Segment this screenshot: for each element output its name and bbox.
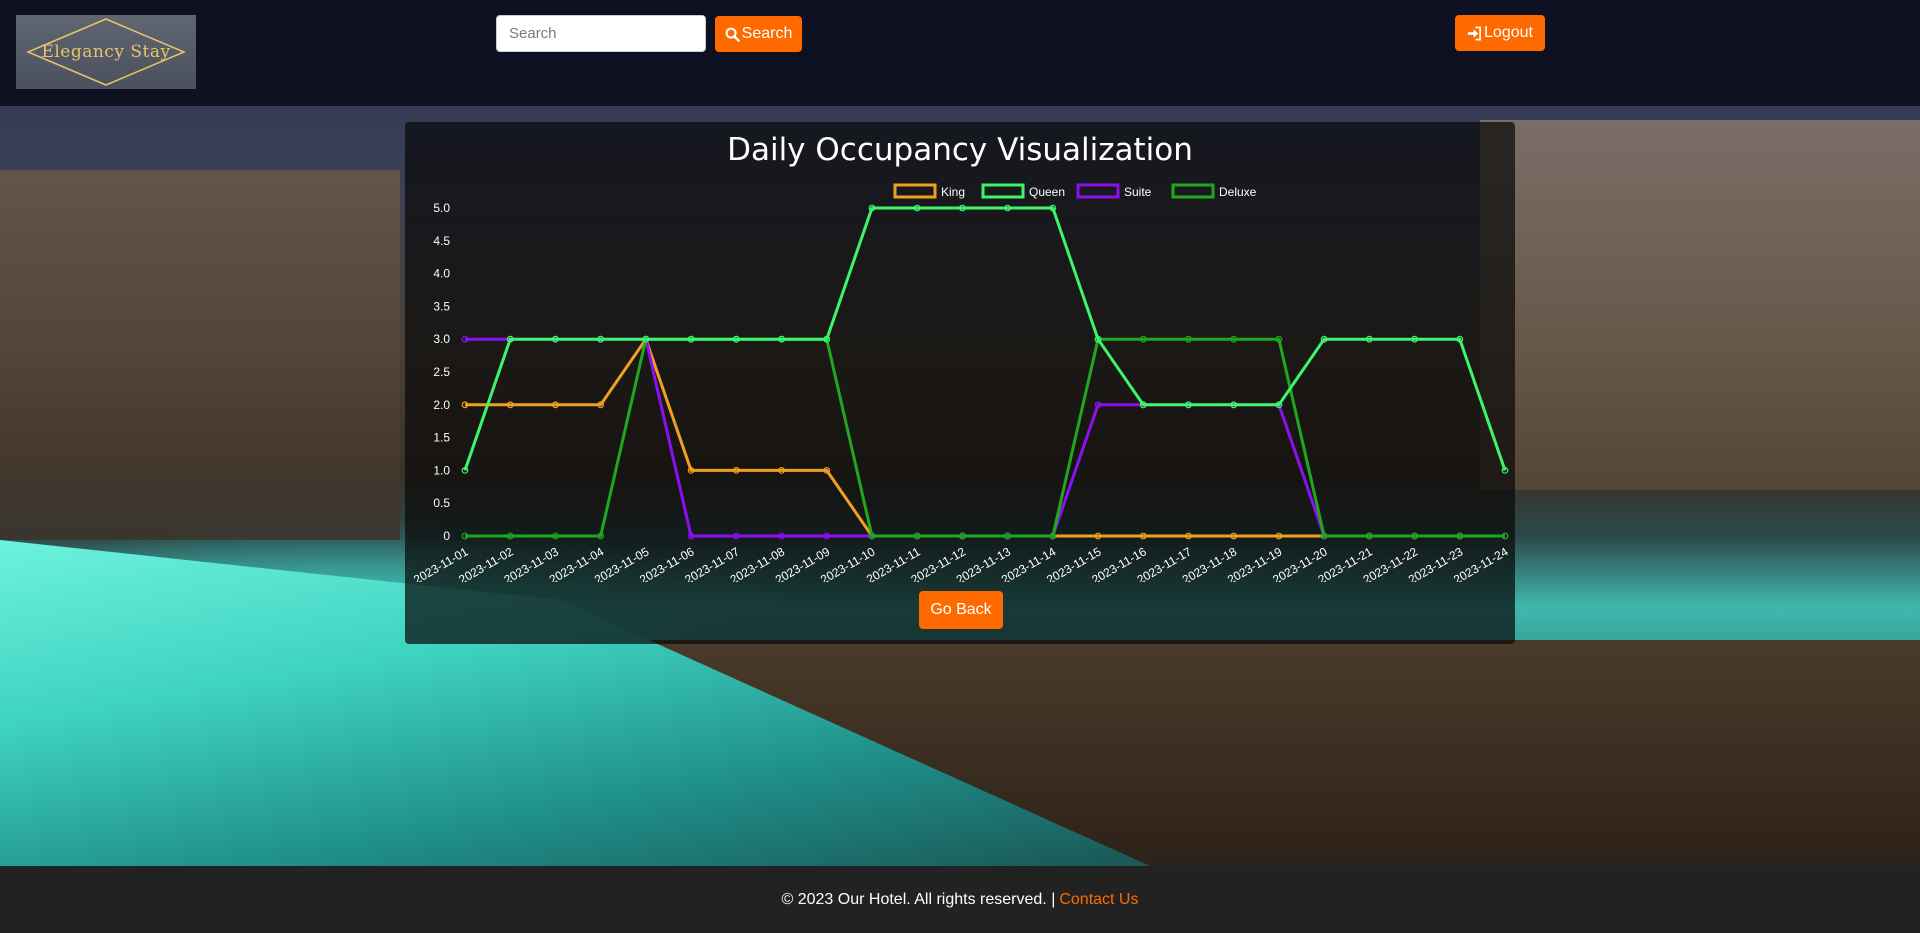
legend-swatch-deluxe bbox=[1171, 183, 1215, 199]
series-line-suite bbox=[465, 337, 1505, 538]
brand-name: Elegancy Stay bbox=[41, 42, 171, 62]
y-tick-label: 1.0 bbox=[433, 463, 450, 477]
search-button-label: Search bbox=[741, 25, 793, 42]
go-back-button[interactable]: Go Back bbox=[919, 591, 1003, 629]
y-tick-label: 3.5 bbox=[433, 299, 450, 313]
footer: © 2023 Our Hotel. All rights reserved. |… bbox=[0, 866, 1920, 933]
legend-label-suite: Suite bbox=[1124, 185, 1152, 199]
legend-swatch-suite bbox=[1076, 183, 1120, 199]
contact-us-link[interactable]: Contact Us bbox=[1059, 891, 1138, 909]
y-tick-label: 1.5 bbox=[433, 431, 450, 445]
footer-copyright: © 2023 Our Hotel. All rights reserved. | bbox=[781, 890, 1056, 908]
brand-logo[interactable]: Elegancy Stay bbox=[16, 15, 196, 89]
background-building-left bbox=[0, 170, 400, 540]
series-line-king bbox=[465, 337, 1505, 538]
sign-in-icon bbox=[1467, 26, 1481, 40]
search-input[interactable] bbox=[496, 15, 706, 52]
legend-label-queen: Queen bbox=[1029, 185, 1065, 199]
chart-panel: Daily Occupancy Visualization 0 0.5 1.0 1.5… bbox=[405, 122, 1515, 644]
background-building-right bbox=[1480, 120, 1920, 490]
y-tick-label: 5.0 bbox=[433, 201, 450, 215]
y-tick-label: 4.0 bbox=[433, 267, 450, 281]
logout-button[interactable]: Logout bbox=[1455, 15, 1545, 51]
legend-swatch-queen bbox=[981, 183, 1025, 199]
search-icon bbox=[725, 27, 740, 42]
legend-label-deluxe: Deluxe bbox=[1219, 185, 1257, 199]
y-tick-label: 0.5 bbox=[433, 496, 450, 510]
y-tick-label: 3.0 bbox=[433, 332, 450, 346]
y-tick-label: 2.0 bbox=[433, 398, 450, 412]
search-button[interactable]: Search bbox=[715, 16, 802, 52]
y-tick-label: 0 bbox=[443, 529, 450, 543]
series-line-deluxe bbox=[465, 337, 1505, 538]
legend-swatch-king bbox=[893, 183, 937, 199]
occupancy-line-chart: 00.51.01.52.02.53.03.54.04.55.02023-11-0… bbox=[411, 183, 1511, 582]
y-tick-label: 4.5 bbox=[433, 234, 450, 248]
y-tick-label: 2.5 bbox=[433, 365, 450, 379]
navbar: Elegancy Stay Search Logout bbox=[0, 0, 1920, 106]
logout-button-label: Logout bbox=[1484, 24, 1533, 41]
legend-label-king: King bbox=[941, 185, 965, 199]
series-line-queen bbox=[463, 206, 1507, 471]
